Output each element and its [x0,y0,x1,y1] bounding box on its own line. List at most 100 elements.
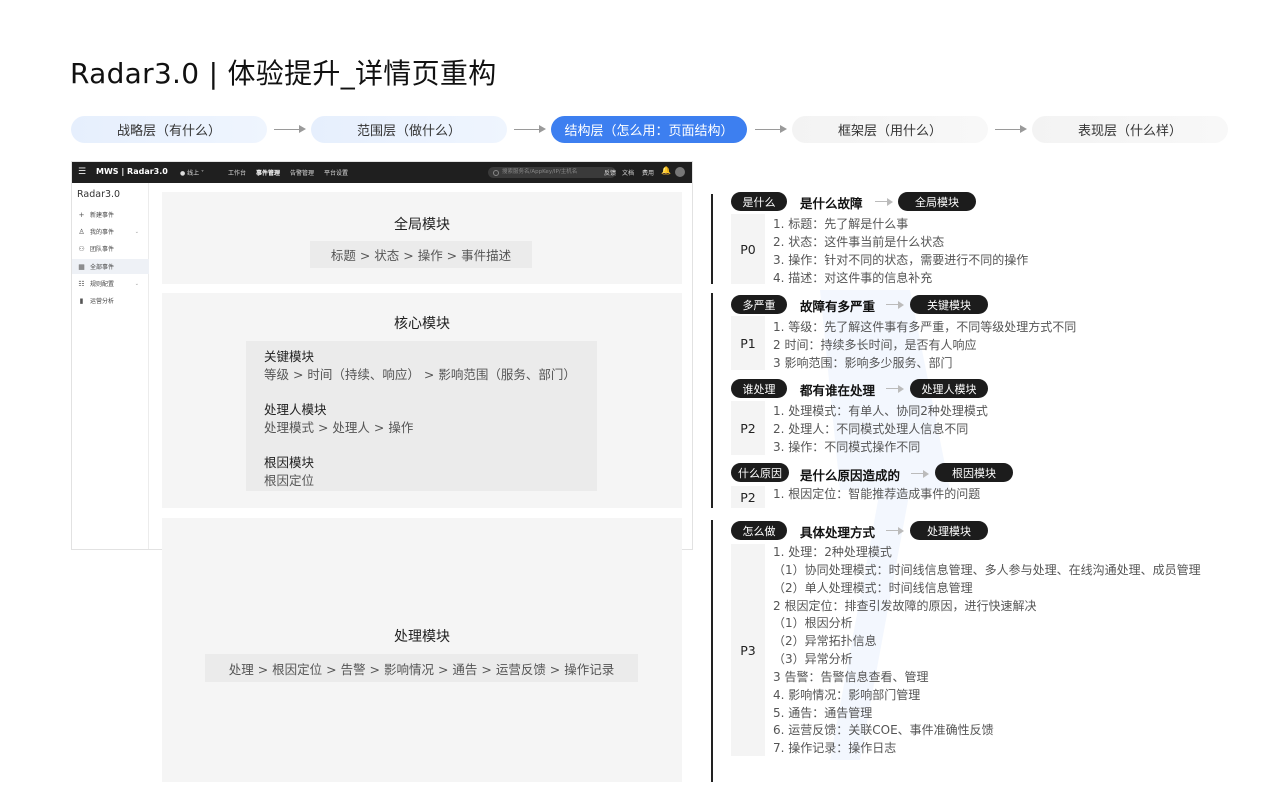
menu-icon[interactable]: ☰ [78,167,86,177]
module-tag: 关键模块 [910,295,988,314]
sidebar-item-rule-config[interactable]: ☷ 规则配置 ⌄ [72,276,149,291]
small-arrow [886,384,904,393]
feedback-link[interactable]: 反馈 [604,168,616,177]
question-tag-severity: 多严重 [731,295,787,314]
sliders-icon: ☷ [78,279,85,288]
sidebar-item-team-events[interactable]: ⚇ 团队事件 [72,241,149,256]
priority-tag: P0 [731,214,765,284]
small-arrow [911,469,929,478]
process-module-flow: 处理 > 根因定位 > 告警 > 影响情况 > 通告 > 运营反馈 > 操作记录 [205,654,638,682]
list-item: 2. 状态：这件事当前是什么状态 [773,235,945,249]
module-tag: 处理模块 [910,521,988,540]
question-text: 具体处理方式 [800,525,876,540]
list-item: 3. 操作：针对不同的状态，需要进行不同的操作 [773,253,1029,267]
app-sidebar: Radar3.0 + 新建事件 ♙ 我的事件 ⌄ ⚇ 团队事件 ▦ 全部事件 ☷… [72,183,149,549]
sidebar-item-analytics[interactable]: ▮ 运营分析 [72,293,149,308]
docs-link[interactable]: 文档 [622,168,634,177]
process-module-card: 处理模块 处理 > 根因定位 > 告警 > 影响情况 > 通告 > 运营反馈 >… [162,518,682,782]
sidebar-title: Radar3.0 [77,189,121,200]
list-item: 3. 操作：不同模式操作不同 [773,440,921,454]
step-framework: 框架层（用什么） [792,116,988,143]
process-module-title: 处理模块 [394,629,450,645]
list-item: 1. 根因定位：智能推荐造成事件的问题 [773,487,981,501]
grid-icon: ▦ [78,262,85,271]
step-arrow [514,125,546,133]
core-module-content: 关键模块 等级 > 时间（持续、响应） > 影响范围（服务、部门） 处理人模块 … [246,341,597,491]
user-icon: ♙ [78,227,85,236]
search-input[interactable]: 搜索服务名/AppKey/IP/主机名 [488,167,616,178]
key-module-title: 关键模块 [264,349,315,364]
handler-module-title: 处理人模块 [264,402,327,417]
list-item: 6. 运营反馈：关联COE、事件准确性反馈 [773,723,994,737]
brand-logo: MWS | Radar3.0 [96,167,168,176]
nav-alert-management[interactable]: 告警管理 [290,168,314,177]
question-tag-why: 什么原因 [731,463,789,482]
question-tag-what: 是什么 [731,192,787,211]
list-item: 4. 影响情况：影响部门管理 [773,688,921,702]
root-module-flow: 根因定位 [264,473,315,488]
question-tag-who: 谁处理 [731,379,787,398]
sidebar-item-label: 规则配置 [90,281,115,288]
nav-workbench[interactable]: 工作台 [228,168,246,177]
sidebar-item-new-event[interactable]: + 新建事件 [72,207,149,222]
list-item: （3）异常分析 [773,652,853,666]
priority-tag: P2 [731,486,765,508]
list-item: 7. 操作记录：操作日志 [773,741,897,755]
step-strategy: 战略层（有什么） [71,116,267,143]
list-item: 2. 处理人：不同模式处理人信息不同 [773,422,969,436]
sidebar-item-label: 我的事件 [90,229,115,236]
module-tag: 处理人模块 [910,379,988,398]
key-module-flow: 等级 > 时间（持续、响应） > 影响范围（服务、部门） [264,367,576,382]
small-arrow [886,526,904,535]
list-item: （2）异常拓扑信息 [773,634,877,648]
chart-icon: ▮ [79,296,84,305]
page-title: Radar3.0 | 体验提升_详情页重构 [70,57,497,90]
sidebar-item-all-events[interactable]: ▦ 全部事件 [72,259,149,274]
nav-platform-settings[interactable]: 平台设置 [324,168,348,177]
core-module-card: 核心模块 关键模块 等级 > 时间（持续、响应） > 影响范围（服务、部门） 处… [162,293,682,508]
list-item: （2）单人处理模式：时间线信息管理 [773,581,973,595]
list-item: （1）协同处理模式：时间线信息管理、多人参与处理、在线沟通处理、成员管理 [773,563,1201,577]
priority-tag: P1 [731,316,765,370]
list-item: 2 根因定位：排查引发故障的原因，进行快速解决 [773,599,1037,613]
priority-tag: P3 [731,544,765,756]
step-structure-active: 结构层（怎么用：页面结构） [551,116,747,143]
small-arrow [875,197,893,206]
question-tag-how: 怎么做 [731,521,787,540]
group-bar [711,194,713,284]
question-text: 是什么故障 [800,196,863,211]
question-text: 是什么原因造成的 [800,468,901,483]
avatar[interactable] [675,167,685,177]
sidebar-item-label: 新建事件 [90,212,115,219]
list-item: （1）根因分析 [773,616,853,630]
global-module-card: 全局模块 标题 > 状态 > 操作 > 事件描述 [162,192,682,284]
chevron-down-icon: ⌄ [134,280,139,287]
step-arrow [995,125,1027,133]
list-item: 1. 处理：2种处理模式 [773,545,892,559]
global-module-title: 全局模块 [394,217,450,233]
sidebar-item-label: 运营分析 [90,298,115,305]
question-text: 故障有多严重 [800,299,876,314]
core-module-title: 核心模块 [394,316,450,332]
nav-event-management[interactable]: 事件管理 [256,168,280,177]
root-module-title: 根因模块 [264,455,315,470]
small-arrow [886,300,904,309]
list-item: 3 告警：告警信息查看、管理 [773,670,929,684]
step-presentation: 表现层（什么样） [1032,116,1228,143]
bell-icon[interactable]: 🔔 [661,166,671,175]
question-text: 都有谁在处理 [800,383,876,398]
list-item: 1. 等级：先了解这件事有多严重，不同等级处理方式不同 [773,320,1077,334]
sidebar-item-my-events[interactable]: ♙ 我的事件 ⌄ [72,224,149,239]
env-selector[interactable]: ● 线上 ˅ [180,168,204,177]
step-scope: 范围层（做什么） [311,116,507,143]
list-item: 4. 描述：对这件事的信息补充 [773,271,933,285]
team-icon: ⚇ [78,244,85,253]
group-bar [711,520,713,782]
handler-module-flow: 处理模式 > 处理人 > 操作 [264,420,414,435]
priority-tag: P2 [731,401,765,455]
list-item: 5. 通告：通告管理 [773,706,873,720]
module-tag: 全局模块 [898,192,976,211]
cost-link[interactable]: 费用 [642,168,654,177]
group-bar [711,293,713,508]
sidebar-item-label: 全部事件 [90,264,115,271]
